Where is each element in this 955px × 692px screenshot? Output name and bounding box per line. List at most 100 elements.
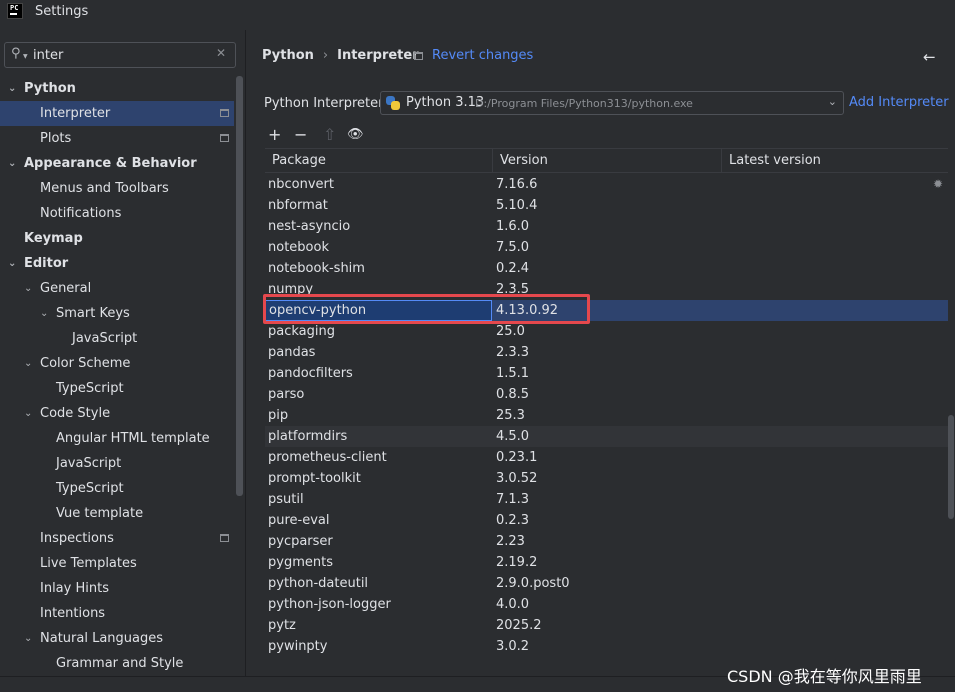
search-icon[interactable]: ⚲ — [11, 46, 21, 61]
tree-item[interactable]: ⌄ General — [0, 276, 234, 301]
python-logo-icon — [386, 96, 400, 110]
breadcrumb-separator: › — [322, 48, 329, 63]
tree-item[interactable]: Angular HTML template — [0, 426, 234, 451]
column-header-latest-version[interactable]: Latest version — [722, 149, 948, 173]
interpreter-select[interactable]: Python 3.13 D:/Program Files/Python313/p… — [380, 91, 844, 115]
table-row[interactable]: nest-asyncio 1.6.0 — [265, 216, 948, 237]
tree-item[interactable]: ⌄ Code Style — [0, 401, 234, 426]
version-cell: 4.5.0 — [496, 429, 530, 444]
back-arrow-icon[interactable]: ← — [923, 48, 936, 66]
table-row[interactable]: pygments 2.19.2 — [265, 552, 948, 573]
tree-item[interactable]: Keymap — [0, 226, 234, 251]
version-cell: 25.3 — [496, 408, 525, 423]
table-row[interactable]: platformdirs 4.5.0 — [265, 426, 948, 447]
table-row[interactable]: notebook 7.5.0 — [265, 237, 948, 258]
tree-item[interactable]: ⌄ Color Scheme — [0, 351, 234, 376]
chevron-down-icon[interactable]: ⌄ — [24, 276, 32, 301]
tree-item[interactable]: Live Templates — [0, 551, 234, 576]
tree-item[interactable]: Interpreter — [0, 101, 234, 126]
chevron-down-icon[interactable]: ⌄ — [24, 401, 32, 426]
version-cell: 3.0.2 — [496, 639, 530, 654]
chevron-down-icon[interactable]: ⌄ — [828, 95, 837, 108]
table-row[interactable]: python-json-logger 4.0.0 — [265, 594, 948, 615]
tree-item[interactable]: Notifications — [0, 201, 234, 226]
table-row[interactable]: python-dateutil 2.9.0.post0 — [265, 573, 948, 594]
chevron-down-icon[interactable]: ⌄ — [8, 76, 16, 101]
tree-item[interactable]: ⌄ Smart Keys — [0, 301, 234, 326]
table-row[interactable]: packaging 25.0 — [265, 321, 948, 342]
python-interpreter-label: Python Interpreter: — [264, 96, 388, 111]
tree-item[interactable]: TypeScript — [0, 376, 234, 401]
table-row[interactable]: notebook-shim 0.2.4 — [265, 258, 948, 279]
tree-item[interactable]: JavaScript — [0, 451, 234, 476]
tree-item[interactable]: TypeScript — [0, 476, 234, 501]
tree-item[interactable]: JavaScript — [0, 326, 234, 351]
table-row[interactable]: psutil 7.1.3 — [265, 489, 948, 510]
tree-item-label: Smart Keys — [56, 306, 130, 321]
chevron-down-icon[interactable]: ⌄ — [8, 251, 16, 276]
loading-spinner-icon: ✹ — [933, 177, 944, 191]
version-cell: 0.2.4 — [496, 261, 530, 276]
table-row[interactable]: pandas 2.3.3 — [265, 342, 948, 363]
add-package-icon[interactable]: + — [268, 125, 281, 145]
package-name-cell: platformdirs — [268, 429, 348, 444]
table-row[interactable]: pycparser 2.23 — [265, 531, 948, 552]
tree-item-label: Menus and Toolbars — [40, 181, 169, 196]
tree-item-label: Inspections — [40, 531, 114, 546]
package-name-cell: notebook — [268, 240, 329, 255]
breadcrumb-parent[interactable]: Python — [262, 48, 314, 63]
tree-item[interactable]: ⌄ Editor — [0, 251, 234, 276]
table-row[interactable]: pure-eval 0.2.3 — [265, 510, 948, 531]
column-header-version[interactable]: Version — [493, 149, 722, 173]
version-cell: 2.23 — [496, 534, 525, 549]
revert-changes-link[interactable]: Revert changes — [432, 48, 533, 63]
tree-item-label: General — [40, 281, 92, 296]
tree-item[interactable]: Inlay Hints — [0, 576, 234, 601]
table-row[interactable]: prompt-toolkit 3.0.52 — [265, 468, 948, 489]
table-row[interactable]: pip 25.3 — [265, 405, 948, 426]
sidebar-scrollbar[interactable] — [236, 76, 243, 496]
chevron-down-icon[interactable]: ⌄ — [24, 351, 32, 376]
chevron-down-icon[interactable]: ⌄ — [8, 151, 16, 176]
tree-item[interactable]: Grammar and Style — [0, 651, 234, 676]
settings-search[interactable]: ⚲ ▼ ✕ — [4, 42, 236, 68]
settings-sidebar: ⚲ ▼ ✕ ⌄ Python Interpreter Plots ⌄ Appearance… — [0, 30, 246, 676]
tree-item[interactable]: ⌄ Python — [0, 76, 234, 101]
tree-item[interactable]: ⌄ Natural Languages — [0, 626, 234, 651]
table-row[interactable]: pywinpty 3.0.2 — [265, 636, 948, 657]
page-icon — [414, 52, 423, 60]
tree-item-label: Keymap — [24, 231, 83, 246]
chevron-down-icon[interactable]: ⌄ — [40, 301, 48, 326]
search-history-caret-icon[interactable]: ▼ — [23, 53, 28, 60]
tree-item[interactable]: Menus and Toolbars — [0, 176, 234, 201]
table-row[interactable]: nbformat 5.10.4 — [265, 195, 948, 216]
package-name-cell: python-json-logger — [268, 597, 391, 612]
package-name-cell: psutil — [268, 492, 304, 507]
table-row[interactable]: pytz 2025.2 — [265, 615, 948, 636]
table-scrollbar[interactable] — [948, 415, 954, 519]
tree-item[interactable]: ⌄ Appearance & Behavior — [0, 151, 234, 176]
packages-table: Package Version Latest version nbconvert… — [265, 148, 948, 658]
tree-item[interactable]: Intentions — [0, 601, 234, 626]
tree-item-label: Intentions — [40, 606, 106, 621]
show-early-releases-icon[interactable]: 👁 — [347, 125, 364, 145]
add-interpreter-button[interactable]: Add Interpreter — [849, 95, 949, 110]
tree-item[interactable]: Plots — [0, 126, 234, 151]
breadcrumb: Python › Interpreter — [262, 48, 419, 63]
remove-package-icon[interactable]: − — [294, 125, 307, 145]
upgrade-package-icon[interactable]: ⇧ — [323, 125, 336, 145]
pycharm-icon: PC — [7, 3, 23, 19]
table-row[interactable]: parso 0.8.5 — [265, 384, 948, 405]
table-row[interactable]: prometheus-client 0.23.1 — [265, 447, 948, 468]
tree-item[interactable]: Inspections — [0, 526, 234, 551]
package-name-cell: pygments — [268, 555, 333, 570]
package-toolbar: + − ⇧ 👁 — [265, 125, 385, 145]
chevron-down-icon[interactable]: ⌄ — [24, 626, 32, 651]
search-input[interactable] — [33, 45, 213, 65]
table-row[interactable]: pandocfilters 1.5.1 — [265, 363, 948, 384]
tree-item[interactable]: Vue template — [0, 501, 234, 526]
column-header-package[interactable]: Package — [265, 149, 493, 173]
table-row[interactable]: nbconvert 7.16.6 — [265, 174, 948, 195]
package-name-cell: nest-asyncio — [268, 219, 351, 234]
clear-search-icon[interactable]: ✕ — [216, 46, 226, 60]
